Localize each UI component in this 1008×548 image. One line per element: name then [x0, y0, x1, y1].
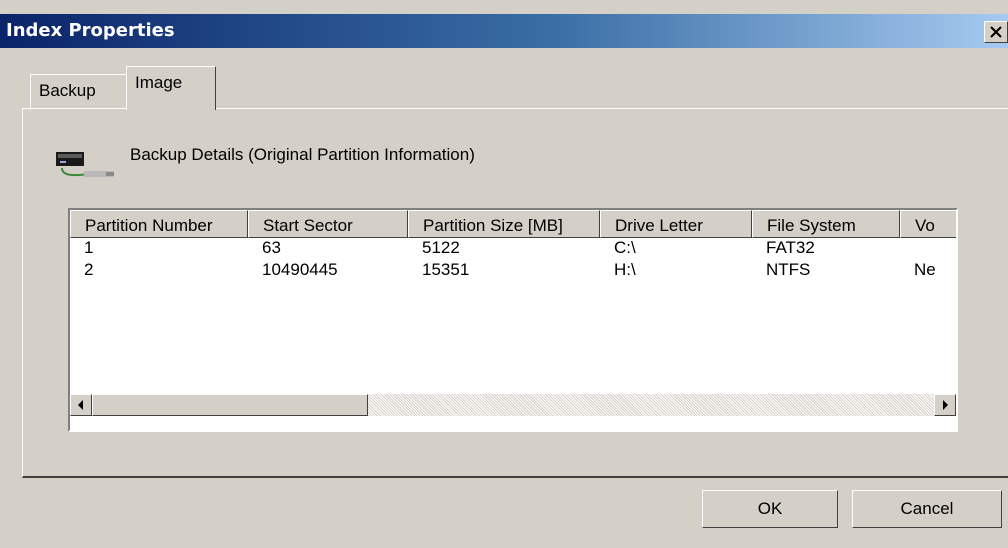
- close-icon: [990, 26, 1002, 38]
- window-title: Index Properties: [6, 20, 175, 41]
- cancel-button[interactable]: Cancel: [852, 490, 1002, 528]
- close-button[interactable]: [984, 21, 1008, 43]
- title-bar: Index Properties: [0, 14, 1008, 48]
- ok-button[interactable]: OK: [702, 490, 838, 528]
- tab-panel: [22, 108, 1008, 478]
- tab-backup[interactable]: Backup: [30, 74, 128, 110]
- tab-image[interactable]: Image: [126, 66, 216, 110]
- tab-join: [127, 106, 215, 110]
